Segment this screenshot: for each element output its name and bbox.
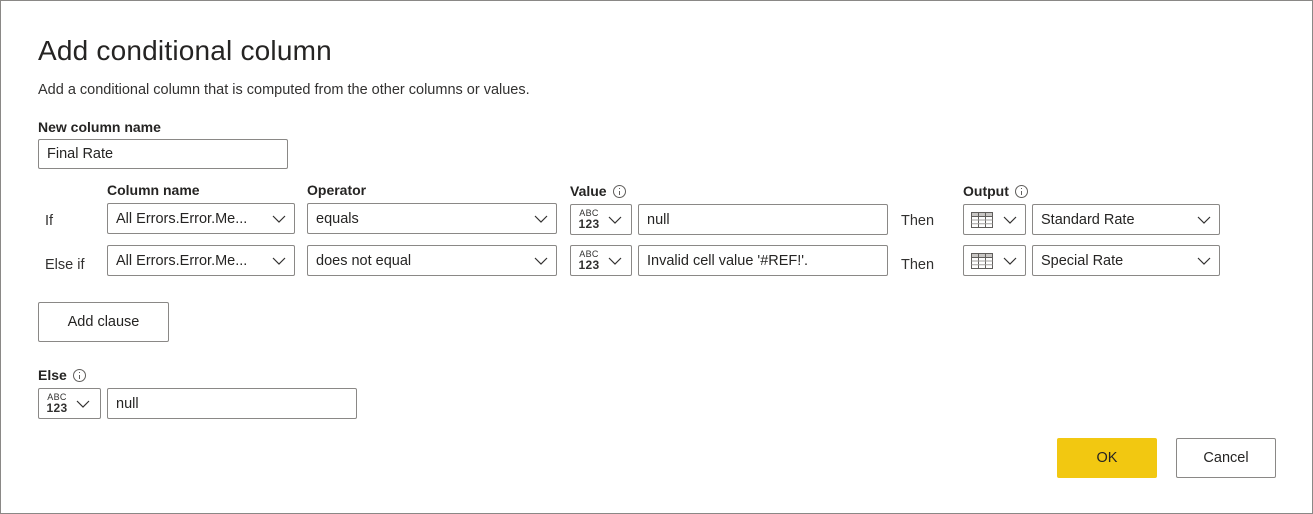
ok-button[interactable]: OK — [1057, 438, 1157, 478]
else-if-label: Else if — [45, 257, 85, 273]
else-label: Else — [38, 367, 67, 383]
else-label-group: Else — [38, 367, 86, 383]
chevron-down-icon — [1197, 216, 1211, 224]
if-value-input[interactable] — [638, 204, 888, 235]
add-conditional-column-dialog: Add conditional column Add a conditional… — [0, 0, 1313, 514]
chevron-down-icon — [1003, 257, 1017, 265]
if-column-dropdown[interactable]: All Errors.Error.Me... — [107, 203, 295, 234]
output-header: Output — [963, 183, 1009, 199]
else-if-column-dropdown[interactable]: All Errors.Error.Me... — [107, 245, 295, 276]
else-if-value-input[interactable] — [638, 245, 888, 276]
else-if-value-type-button[interactable]: ABC 123 — [570, 245, 632, 276]
else-if-column-value: All Errors.Error.Me... — [116, 252, 248, 269]
any-type-abc123-icon: ABC 123 — [46, 392, 68, 415]
chevron-down-icon — [534, 215, 548, 223]
else-if-then-label: Then — [901, 257, 935, 273]
any-type-abc123-icon: ABC 123 — [578, 249, 600, 272]
value-info-icon[interactable] — [612, 184, 626, 198]
column-table-icon — [971, 252, 993, 269]
else-if-operator-value: does not equal — [316, 252, 412, 269]
cancel-button[interactable]: Cancel — [1176, 438, 1276, 478]
chevron-down-icon — [272, 257, 286, 265]
else-info-icon[interactable] — [72, 368, 86, 382]
if-output-dropdown[interactable]: Standard Rate — [1032, 204, 1220, 235]
dialog-subtitle: Add a conditional column that is compute… — [38, 82, 530, 98]
if-value-type-button[interactable]: ABC 123 — [570, 204, 632, 235]
chevron-down-icon — [1197, 257, 1211, 265]
chevron-down-icon — [1003, 216, 1017, 224]
else-if-output-type-button[interactable] — [963, 245, 1026, 276]
if-operator-dropdown[interactable]: equals — [307, 203, 557, 234]
if-label: If — [45, 213, 54, 229]
output-info-icon[interactable] — [1014, 184, 1028, 198]
output-header-group: Output — [963, 183, 1028, 199]
chevron-down-icon — [608, 216, 622, 224]
if-column-value: All Errors.Error.Me... — [116, 210, 248, 227]
chevron-down-icon — [272, 215, 286, 223]
if-output-value: Standard Rate — [1041, 211, 1135, 228]
else-if-operator-dropdown[interactable]: does not equal — [307, 245, 557, 276]
else-value-input[interactable] — [107, 388, 357, 419]
else-if-output-value: Special Rate — [1041, 252, 1124, 269]
chevron-down-icon — [534, 257, 548, 265]
else-value-type-button[interactable]: ABC 123 — [38, 388, 101, 419]
new-column-name-label: New column name — [38, 119, 161, 135]
operator-header: Operator — [307, 182, 367, 198]
if-operator-value: equals — [316, 210, 359, 227]
column-name-header: Column name — [107, 182, 200, 198]
else-if-output-dropdown[interactable]: Special Rate — [1032, 245, 1220, 276]
chevron-down-icon — [608, 257, 622, 265]
value-header-group: Value — [570, 183, 626, 199]
chevron-down-icon — [76, 400, 90, 408]
new-column-name-input[interactable] — [38, 139, 288, 169]
value-header: Value — [570, 183, 607, 199]
if-output-type-button[interactable] — [963, 204, 1026, 235]
add-clause-button[interactable]: Add clause — [38, 302, 169, 342]
if-then-label: Then — [901, 213, 935, 229]
dialog-title: Add conditional column — [38, 35, 332, 66]
any-type-abc123-icon: ABC 123 — [578, 208, 600, 231]
column-table-icon — [971, 211, 993, 228]
